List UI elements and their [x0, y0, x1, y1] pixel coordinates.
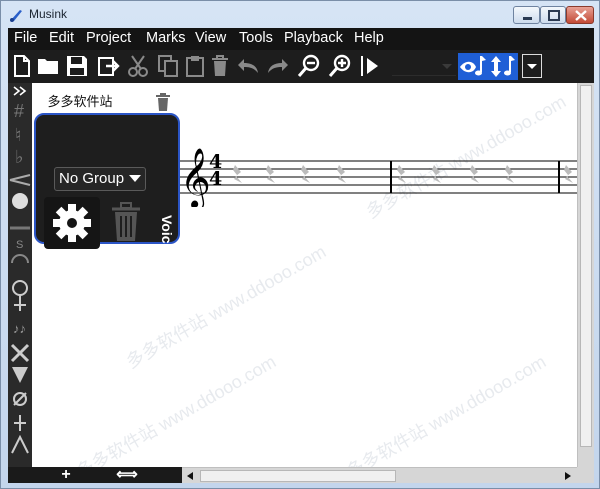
plus-icon	[132, 94, 148, 110]
group-tab[interactable]: 多多软件站	[36, 90, 124, 114]
minimize-button[interactable]	[513, 6, 540, 24]
redo-button[interactable]	[266, 54, 290, 78]
minimize-icon	[523, 17, 532, 20]
zoom-out-button[interactable]	[297, 54, 321, 78]
menu-playback[interactable]: Playback	[284, 30, 343, 46]
svg-text:#: #	[14, 101, 24, 121]
eye-note-icon	[460, 56, 486, 76]
svg-text:♭: ♭	[15, 147, 24, 167]
horizontal-scrollbar[interactable]	[182, 467, 577, 483]
marks-palette[interactable]: # ♮ ♭ S ♪♪	[8, 83, 32, 467]
export-button[interactable]	[96, 54, 120, 78]
playback-dropdown[interactable]	[392, 56, 456, 76]
open-folder-icon	[38, 59, 58, 74]
export-icon	[98, 57, 120, 76]
save-icon	[67, 56, 87, 76]
spacing-toggle[interactable]	[488, 53, 518, 80]
zoom-in-button[interactable]	[328, 54, 352, 78]
window-title: Musink	[29, 7, 68, 21]
zoom-out-icon	[297, 54, 320, 77]
view-notes-toggle[interactable]	[458, 53, 488, 80]
svg-text:S: S	[16, 239, 23, 251]
voice-card: No Group Voice 1	[34, 113, 180, 263]
scroll-left-icon[interactable]	[184, 470, 196, 482]
delete-button[interactable]	[208, 54, 232, 78]
group-select-value: No Group	[59, 170, 125, 187]
trash-icon	[156, 93, 170, 111]
menu-edit[interactable]: Edit	[49, 30, 74, 46]
play-icon	[361, 56, 378, 76]
gear-icon	[53, 204, 91, 242]
menu-help[interactable]: Help	[354, 30, 384, 46]
save-button[interactable]	[65, 54, 89, 78]
toolbar-more-dropdown[interactable]	[522, 54, 542, 78]
close-icon	[575, 10, 587, 21]
voice-label-wrap: Voice 1	[159, 215, 175, 263]
copy-icon	[158, 55, 178, 77]
music-symbols-icon: # ♮ ♭ S ♪♪	[9, 86, 31, 454]
treble-clef-icon: 𝄞	[180, 148, 210, 207]
app-window: Musink File Edit Project Marks View Tool…	[0, 0, 600, 489]
chevron-down-icon	[129, 175, 141, 182]
menu-marks[interactable]: Marks	[146, 30, 185, 46]
arrows-vertical-note-icon	[491, 56, 515, 77]
menu-project[interactable]: Project	[86, 30, 131, 46]
menu-file[interactable]: File	[14, 30, 37, 46]
maximize-icon	[548, 10, 560, 21]
toolbar	[8, 50, 594, 83]
menu-bar: File Edit Project Marks View Tools Playb…	[8, 28, 594, 50]
voice-panel: 多多软件站 No Group Voice 1	[32, 83, 183, 263]
chevron-down-icon	[527, 64, 537, 69]
menu-view[interactable]: View	[195, 30, 226, 46]
svg-text:♮: ♮	[15, 125, 21, 145]
play-button[interactable]	[358, 54, 384, 78]
add-voice-button[interactable]: +	[58, 467, 74, 483]
open-button[interactable]	[36, 54, 60, 78]
group-select[interactable]: No Group	[54, 167, 146, 191]
svg-text:♪♪: ♪♪	[13, 321, 26, 336]
paste-button[interactable]	[183, 54, 207, 78]
maximize-button[interactable]	[540, 6, 566, 24]
delete-group-button[interactable]	[154, 92, 172, 112]
vertical-scrollbar-thumb[interactable]	[580, 85, 592, 447]
paste-icon	[186, 56, 204, 77]
chevron-down-icon	[442, 64, 452, 69]
voice-bottom-bar: + ⟺	[8, 467, 182, 483]
close-button[interactable]	[566, 6, 594, 24]
vertical-scrollbar[interactable]	[577, 83, 594, 467]
cut-button[interactable]	[126, 54, 150, 78]
swap-voice-button[interactable]: ⟺	[116, 467, 138, 483]
trash-icon	[112, 202, 140, 241]
zoom-in-icon	[328, 54, 351, 77]
add-group-button[interactable]	[130, 92, 150, 112]
musink-logo-icon	[10, 10, 22, 22]
scrollbar-corner	[577, 467, 594, 483]
voice-label: Voice 1	[159, 215, 175, 263]
title-bar: Musink	[1, 1, 599, 28]
cut-icon	[128, 55, 148, 77]
new-file-icon	[14, 55, 30, 77]
horizontal-scrollbar-thumb[interactable]	[200, 470, 396, 482]
time-signature-bottom: 4	[209, 168, 223, 190]
menu-tools[interactable]: Tools	[239, 30, 273, 46]
svg-text:𝄞: 𝄞	[180, 148, 210, 207]
redo-icon	[268, 59, 288, 73]
voice-settings-button[interactable]	[44, 197, 100, 249]
new-file-button[interactable]	[10, 54, 34, 78]
undo-icon	[238, 59, 258, 73]
copy-button[interactable]	[156, 54, 180, 78]
undo-button[interactable]	[236, 54, 260, 78]
delete-voice-button[interactable]	[106, 197, 146, 249]
delete-icon	[212, 55, 228, 76]
scroll-right-icon[interactable]	[562, 470, 574, 482]
